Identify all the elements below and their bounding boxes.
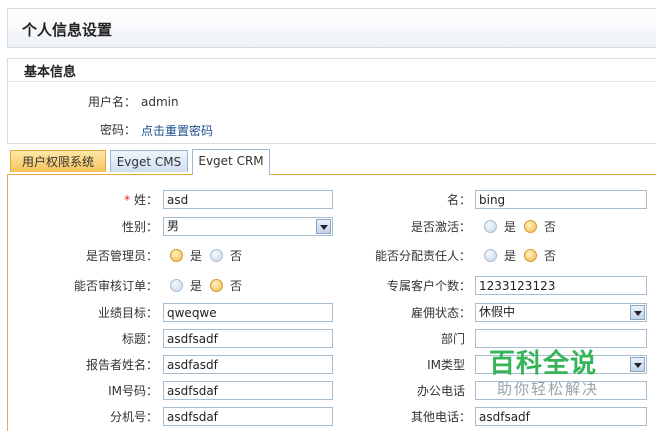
target-input[interactable]: qweqwe [163,303,333,322]
surname-input[interactable]: asd [163,190,333,209]
username-label: 用户名： [87,95,136,109]
tab-evget-cms[interactable]: Evget CMS [110,150,188,172]
watermark-title: 百科全说 [489,349,598,379]
audit-order-label: 能否审核订单： [73,279,158,293]
headline-label: 标题： [121,332,158,346]
gender-select[interactable]: 男 [163,217,333,236]
active-label: 是否激活： [410,220,471,234]
office-phone-label: 办公电话 [416,384,465,398]
employ-status-select[interactable]: 休假中 [475,303,647,322]
extension-label: 分机号： [109,410,158,424]
chevron-down-icon[interactable] [630,357,645,372]
tab-evget-crm[interactable]: Evget CRM [192,149,270,175]
active-yes-radio[interactable] [484,220,497,233]
page-title: 个人信息设置 [22,21,113,39]
other-phone-input[interactable]: asdfsadf [475,407,647,426]
gender-select-value: 男 [167,219,180,233]
page-header: 个人信息设置 [7,8,656,48]
assign-yes-label: 是 [504,249,517,263]
password-label: 密码： [99,123,136,137]
audit-yes-label: 是 [190,279,203,293]
watermark-subtitle: 助你轻松解决 [497,380,600,398]
headline-input[interactable]: asdfsadf [163,329,333,348]
employ-status-value: 休假中 [479,305,516,319]
im-number-input[interactable]: asdfsdaf [163,381,333,400]
clients-count-label: 专属客户个数： [386,279,471,293]
reporter-input[interactable]: asdfasdf [163,355,333,374]
target-label: 业绩目标： [97,306,158,320]
given-name-label: 名： [446,193,471,207]
audit-no-radio[interactable] [210,279,223,292]
employ-status-label: 雇佣状态： [410,306,471,320]
assign-yes-radio[interactable] [484,249,497,262]
active-no-label: 否 [544,220,557,234]
gender-label: 性别： [121,220,158,234]
basic-info-section: 基本信息 用户名： admin 密码： 点击重置密码 [7,58,656,144]
username-value: admin [141,95,179,109]
audit-yes-radio[interactable] [170,279,183,292]
assign-no-radio[interactable] [524,249,537,262]
im-number-label: IM号码： [108,384,158,398]
tab-bar: 用户权限系统 Evget CMS Evget CRM [7,148,656,175]
audit-no-label: 否 [230,279,243,293]
required-mark: * [124,193,131,207]
admin-no-radio[interactable] [210,249,223,262]
chevron-down-icon[interactable] [630,305,645,320]
given-name-input[interactable]: bing [475,190,647,209]
reset-password-link[interactable]: 点击重置密码 [141,122,213,139]
divider [8,81,656,82]
clients-count-input[interactable]: 1233123123 [475,276,647,295]
assign-owner-label: 能否分配责任人： [374,249,471,263]
tab-user-permission[interactable]: 用户权限系统 [10,150,106,172]
assign-no-label: 否 [544,249,557,263]
im-type-label: IM类型 [427,358,465,372]
surname-label-text: 姓： [133,193,158,207]
other-phone-label: 其他电话： [410,410,471,424]
surname-label: * 姓： [108,191,158,208]
admin-yes-label: 是 [190,249,203,263]
extension-input[interactable]: asdfsdaf [163,407,333,426]
active-yes-label: 是 [504,220,517,234]
admin-yes-radio[interactable] [170,249,183,262]
department-label: 部门 [440,332,465,346]
basic-info-title: 基本信息 [24,65,77,80]
active-no-radio[interactable] [524,220,537,233]
chevron-down-icon[interactable] [316,219,331,234]
reporter-label: 报告者姓名： [85,358,158,372]
admin-no-label: 否 [230,249,243,263]
admin-label: 是否管理员： [85,249,158,263]
